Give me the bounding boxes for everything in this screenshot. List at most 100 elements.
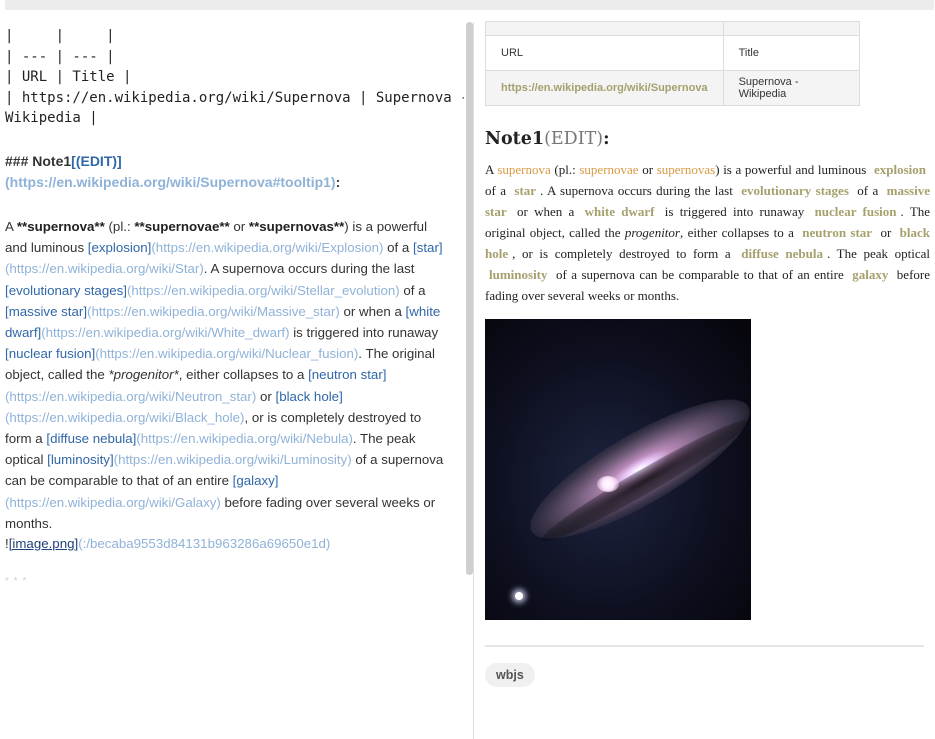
pane-divider[interactable] [473, 22, 474, 739]
link-white-dwarf[interactable]: white dwarf [585, 204, 655, 219]
editor-scrollbar[interactable] [466, 22, 473, 575]
link-url-black-hole[interactable]: (https://en.wikipedia.org/wiki/Black_hol… [5, 410, 244, 425]
preview-horizontal-rule [485, 645, 924, 647]
text: ) is a powerful and luminous [715, 162, 870, 177]
text: (pl.: [104, 219, 135, 234]
link-galaxy[interactable]: galaxy [852, 267, 888, 282]
markdown-editor-pane[interactable]: | | | | --- | --- | | URL | Title | | ht… [0, 10, 464, 739]
link-url-galaxy[interactable]: (https://en.wikipedia.org/wiki/Galaxy) [5, 495, 221, 510]
text: of a [383, 240, 414, 256]
text: or [256, 388, 276, 404]
editor-table-source[interactable]: | | | | --- | --- | | URL | Title | | ht… [5, 26, 464, 129]
text: or [638, 162, 657, 177]
link-label-luminosity[interactable]: [luminosity] [47, 452, 114, 467]
link-url-luminosity[interactable]: (https://en.wikipedia.org/wiki/Luminosit… [114, 452, 352, 467]
editor-image-source[interactable]: ![image.png](:/becaba9553d84131b963286a6… [5, 533, 450, 554]
heading-edit-link[interactable]: (EDIT) [544, 129, 603, 149]
editor-line: Wikipedia | [5, 110, 98, 126]
heading-colon: : [335, 174, 341, 191]
top-toolbar-strip [5, 0, 934, 10]
link-star[interactable]: star [514, 183, 536, 198]
rendered-preview-pane: URL Title https://en.wikipedia.org/wiki/S… [485, 10, 930, 739]
bold-term-supernova: supernova [497, 162, 551, 177]
text: is triggered into runaway [289, 325, 439, 341]
link-url-diffuse-nebula[interactable]: (https://en.wikipedia.org/wiki/Nebula) [136, 431, 353, 446]
link-label-star[interactable]: [star] [413, 240, 443, 255]
heading-edit-link-url[interactable]: (https://en.wikipedia.org/wiki/Supernova… [5, 174, 336, 190]
image-link-label[interactable]: [image.png] [9, 536, 78, 551]
link-diffuse-nebula[interactable]: diffuse nebula [741, 246, 823, 261]
table-cell [485, 21, 724, 36]
text: or [229, 219, 249, 234]
link-label-massive-star[interactable]: [massive star] [5, 304, 87, 319]
link-url-star[interactable]: (https://en.wikipedia.org/wiki/Star) [5, 261, 204, 276]
link-url-white-dwarf[interactable]: (https://en.wikipedia.org/wiki/White_dwa… [41, 325, 289, 340]
table-row: https://en.wikipedia.org/wiki/Supernova S… [485, 70, 860, 106]
heading-prefix: ### Note1 [5, 153, 72, 169]
text: , or is completely destroyed to form a [512, 246, 738, 261]
link-label-neutron-star[interactable]: [neutron star] [308, 367, 386, 382]
text: or [876, 225, 896, 240]
bold-text: **supernovae** [134, 219, 230, 234]
link-nuclear-fusion[interactable]: nuclear fusion [815, 204, 897, 219]
heading-title: Note1 [485, 129, 545, 149]
link-label-explosion[interactable]: [explosion] [88, 240, 152, 255]
link-url-evolutionary-stages[interactable]: (https://en.wikipedia.org/wiki/Stellar_e… [127, 283, 400, 298]
text: is triggered into runaway [658, 204, 811, 219]
italic-text: *progenitor* [108, 367, 179, 383]
text: A [5, 219, 17, 234]
editor-line: | | | [5, 28, 115, 44]
editor-heading-source[interactable]: ### Note1[(EDIT)] (https://en.wikipedia.o… [5, 151, 450, 193]
bold-term-supernovae: supernovae [579, 162, 639, 177]
supernova-star [515, 592, 523, 600]
preview-table: URL Title https://en.wikipedia.org/wiki/S… [485, 21, 860, 106]
text: of a [485, 183, 511, 198]
link-evolutionary-stages[interactable]: evolutionary stages [741, 183, 849, 198]
text: . The peak optical [827, 246, 930, 261]
text: . A supernova occurs during the last [540, 183, 738, 198]
editor-paragraph-source[interactable]: A **supernova** (pl.: **supernovae** or … [5, 216, 450, 534]
link-label-diffuse-nebula[interactable]: [diffuse nebula] [46, 431, 136, 446]
text: or when a [510, 204, 581, 219]
preview-heading: Note1(EDIT): [485, 129, 930, 149]
table-cell-title: Supernova - Wikipedia [722, 70, 860, 106]
table-header-row: URL Title [485, 35, 860, 71]
link-luminosity[interactable]: luminosity [489, 267, 548, 282]
table-empty-header-row [485, 21, 860, 36]
link-explosion[interactable]: explosion [874, 162, 926, 177]
link-neutron-star[interactable]: neutron star [802, 225, 872, 240]
text: of a [852, 183, 883, 198]
link-label-galaxy[interactable]: [galaxy] [233, 473, 279, 488]
text: , either collapses to a [178, 367, 309, 383]
table-cell-title-header: Title [722, 35, 860, 71]
heading-colon: : [603, 129, 610, 149]
text: . A supernova occurs during the last [203, 261, 415, 277]
text: (pl.: [550, 162, 580, 177]
table-cell-url-link[interactable]: https://en.wikipedia.org/wiki/Supernova [485, 70, 724, 106]
italic-progenitor: progenitor [624, 225, 680, 240]
editor-line: | URL | Title | [5, 69, 132, 85]
bold-text: **supernovas** [248, 219, 345, 234]
link-url-massive-star[interactable]: (https://en.wikipedia.org/wiki/Massive_s… [87, 304, 340, 319]
text: of a [399, 282, 426, 298]
supernova-galaxy-image [485, 319, 751, 620]
text: , either collapses to a [679, 225, 799, 240]
link-url-nuclear-fusion[interactable]: (https://en.wikipedia.org/wiki/Nuclear_f… [95, 346, 358, 361]
table-cell-url-header: URL [485, 35, 724, 71]
heading-edit-link-label[interactable]: [(EDIT)] [71, 153, 122, 169]
text: of a supernova can be comparable to that… [551, 267, 849, 282]
editor-line: | https://en.wikipedia.org/wiki/Supernov… [5, 89, 464, 106]
table-cell [722, 21, 860, 36]
image-link-url[interactable]: (:/becaba9553d84131b963286a69650e1d) [78, 536, 330, 551]
link-label-evolutionary-stages[interactable]: [evolutionary stages] [5, 283, 127, 298]
editor-horizontal-rule-source: * * * [5, 576, 28, 587]
bold-term-supernovas: supernovas [656, 162, 716, 177]
editor-line: | --- | --- | [5, 48, 115, 65]
link-url-neutron-star[interactable]: (https://en.wikipedia.org/wiki/Neutron_s… [5, 389, 256, 404]
text: or when a [339, 303, 406, 319]
link-label-black-hole[interactable]: [black hole] [276, 389, 343, 404]
note-tag[interactable]: wbjs [485, 663, 535, 687]
link-url-explosion[interactable]: (https://en.wikipedia.org/wiki/Explosion… [151, 240, 383, 255]
link-label-nuclear-fusion[interactable]: [nuclear fusion] [5, 346, 95, 361]
bold-text: **supernova** [16, 219, 105, 234]
